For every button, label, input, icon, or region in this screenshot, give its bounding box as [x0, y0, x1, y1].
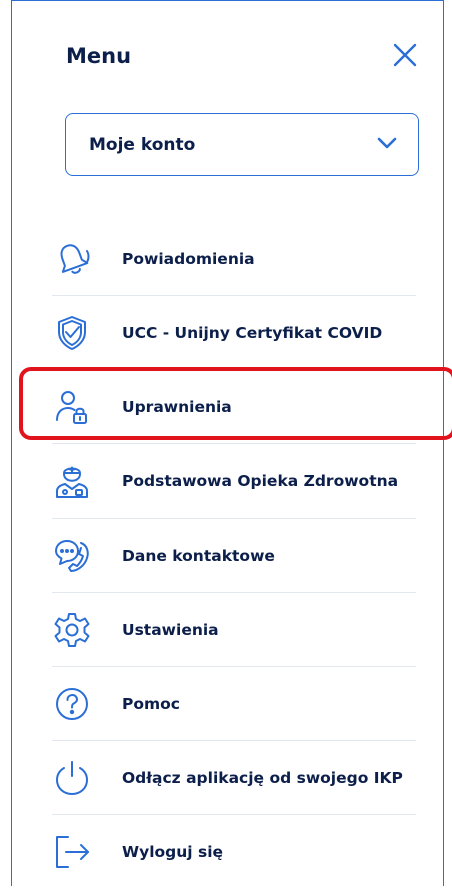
doctor-icon [52, 461, 92, 501]
menu-item-label: Odłącz aplikację od swojego IKP [122, 769, 403, 787]
menu-item-wyloguj[interactable]: Wyloguj się [52, 815, 416, 889]
user-lock-icon [52, 387, 92, 427]
close-icon [392, 42, 418, 72]
menu-item-uprawnienia[interactable]: Uprawnienia [52, 370, 416, 444]
menu-item-pomoc[interactable]: Pomoc [52, 667, 416, 741]
phone-chat-icon [52, 536, 92, 576]
bell-icon [52, 239, 92, 279]
gear-icon [52, 610, 92, 650]
menu-item-label: Ustawienia [122, 621, 219, 639]
menu-item-label: UCC - Unijny Certyfikat COVID [122, 324, 383, 342]
menu-item-label: Powiadomienia [122, 250, 255, 268]
close-button[interactable] [389, 41, 421, 73]
account-select[interactable]: Moje konto [65, 113, 419, 176]
menu-item-label: Pomoc [122, 695, 180, 713]
logout-icon [52, 832, 92, 872]
menu-item-label: Wyloguj się [122, 843, 224, 861]
menu-item-label: Uprawnienia [122, 398, 232, 416]
power-icon [52, 758, 92, 798]
account-select-value: Moje konto [89, 134, 196, 155]
chevron-down-icon [376, 135, 398, 154]
shield-check-icon [52, 313, 92, 353]
menu-item-powiadomienia[interactable]: Powiadomienia [52, 222, 416, 296]
menu-item-label: Podstawowa Opieka Zdrowotna [122, 472, 399, 490]
menu-item-ucc[interactable]: UCC - Unijny Certyfikat COVID [52, 296, 416, 370]
menu-title: Menu [66, 44, 132, 68]
menu-item-poz[interactable]: Podstawowa Opieka Zdrowotna [52, 444, 416, 518]
menu-item-label: Dane kontaktowe [122, 547, 275, 565]
menu-item-odlacz[interactable]: Odłącz aplikację od swojego IKP [52, 741, 416, 815]
menu-item-ustawienia[interactable]: Ustawienia [52, 593, 416, 667]
question-icon [52, 684, 92, 724]
menu-item-dane-kontaktowe[interactable]: Dane kontaktowe [52, 519, 416, 593]
